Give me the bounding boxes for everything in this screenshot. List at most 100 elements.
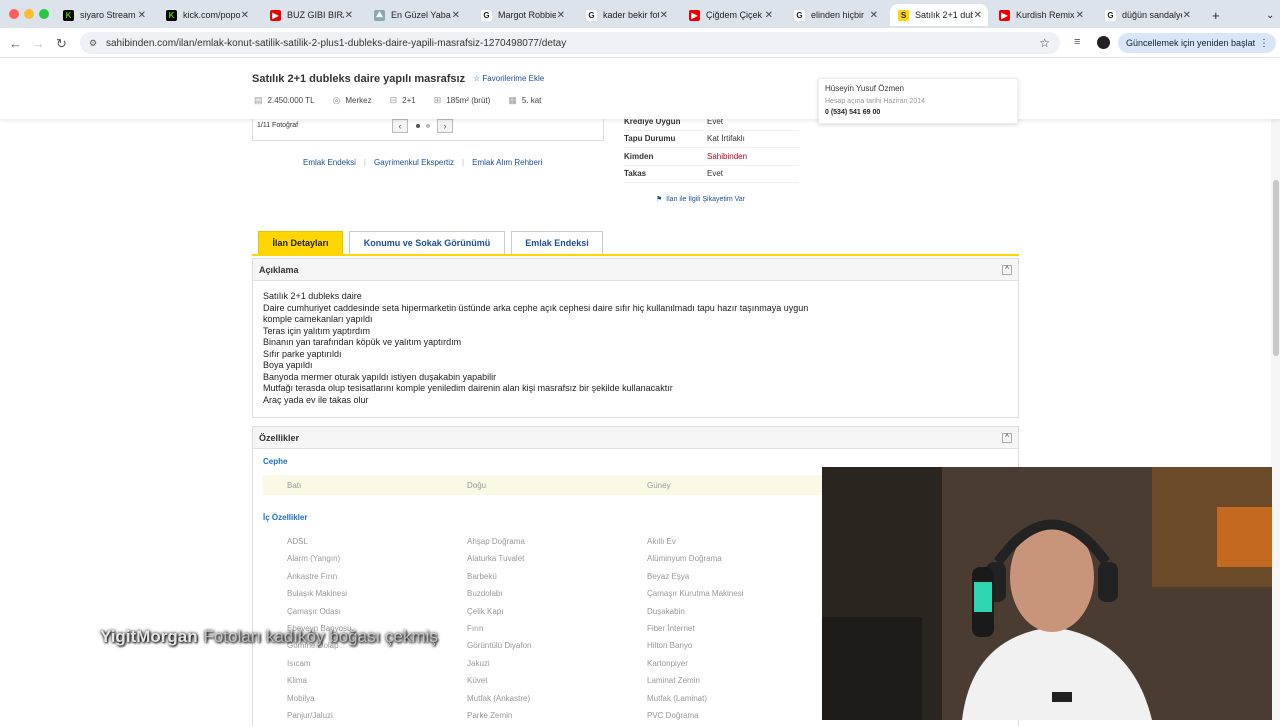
link-separator: | [462,158,465,167]
close-tab-icon[interactable]: ✕ [241,10,249,21]
browser-tab[interactable]: Gdüğün sandalye ✕ [1097,4,1197,26]
info-key: Tapu Durumu [624,134,676,144]
external-link[interactable]: Gayrimenkul Ekspertiz [374,158,454,167]
description-line: Boya yapıldı [263,360,313,370]
tab-favicon-icon: G [481,9,492,21]
browser-tab[interactable]: Ksiyaro Stream ✕ [55,4,152,26]
browser-tab[interactable]: ▶ Kurdish Remix ✕ [991,4,1090,26]
photo-dot[interactable] [416,124,420,128]
close-tab-icon[interactable]: ✕ [974,10,982,21]
close-tab-icon[interactable]: ✕ [1076,10,1084,21]
description-line: Sıfır parke yaptırıldı [263,348,342,359]
browser-tab-bar: Ksiyaro Stream ✕ Kkick.com/popo ✕ ▶ BUZ GIBI … [0,0,1280,28]
bookmark-star-icon[interactable]: ☆ [1039,36,1050,50]
cephe-heading: Cephe [263,457,288,466]
streamer-webcam-image [822,467,1272,720]
close-tab-icon[interactable]: ✕ [452,10,460,21]
relaunch-label: Güncellemek için yeniden başlat [1126,38,1256,48]
reload-icon[interactable]: ↻ [56,36,67,52]
tab-favicon-icon: G [586,9,597,21]
webcam-overlay [822,467,1272,720]
tab-ilan-detaylari[interactable]: İlan Detayları [258,231,343,254]
fact-text: 2.450.000 TL [267,96,315,105]
star-icon: ☆ [473,74,483,83]
more-menu-icon[interactable]: ⋮ [1259,38,1269,49]
feature-item: Çamaşır Kurutma Makinesi [647,589,744,599]
close-tab-icon[interactable]: ✕ [138,10,146,21]
scrollbar-thumb[interactable] [1273,180,1279,356]
external-link[interactable]: Emlak Alım Rehberi [472,158,542,167]
browser-tab[interactable]: ▶ Çiğdem Çiçek ✕ [681,4,779,26]
photo-dot[interactable] [426,124,430,128]
chat-message: Fotoları kadıköy boğası çekmiş [203,627,438,646]
owner-name[interactable]: Hüseyin Yusuf Özmen [825,84,1011,93]
tab-label: Satılık 2+1 dub [915,10,973,20]
browser-tab[interactable]: G Margot Robbie ✕ [473,4,571,26]
tab-list-chevron-icon[interactable]: ⌄ [1258,4,1274,26]
price-icon: ▤ [254,95,263,105]
collapse-icon[interactable]: ^ [1002,433,1012,443]
feature-item: Buzdolabı [467,589,503,599]
description-title: Açıklama [259,264,299,275]
description-line: Teras için yalıtım yaptırdım [263,325,371,336]
feature-item: ADSL [287,537,308,546]
tab-emlak-endeksi[interactable]: Emlak Endeksi [511,231,603,254]
tab-konum[interactable]: Konumu ve Sokak Görünümü [349,231,505,254]
browser-tab[interactable]: Gkader bekir foto ✕ [578,4,674,26]
photo-navigation: 1/11 Fotoğraf ‹ › [252,116,604,141]
complaint-label: İlan ile İlgili Şikayetim Var [666,196,746,203]
feature-item: Fiber İnternet [647,624,695,633]
description-line: Satılık 2+1 dubleks daire [263,291,362,301]
relaunch-update-button[interactable]: Güncellemek için yeniden başlat ⋮ [1118,33,1276,53]
owner-card: Hüseyin Yusuf Özmen Hesap açma tarihi Ha… [818,78,1018,124]
tab-label: siyaro Stream [80,10,136,20]
back-arrow-icon[interactable]: ← [9,36,22,51]
media-control-icon[interactable]: ≡ [1074,36,1080,48]
external-link[interactable]: Emlak Endeksi [303,158,356,167]
close-tab-icon[interactable]: ✕ [1183,10,1191,21]
maximize-window-button[interactable] [39,9,49,19]
forward-arrow-icon[interactable]: → [32,36,45,51]
info-key: Kimden [624,151,654,161]
tab-favicon-icon: K [166,9,177,21]
description-line: Binanın yan tarafından köpük ve yalıtım … [263,337,462,347]
browser-tab[interactable]: Kkick.com/popo ✕ [158,4,255,26]
browser-tab[interactable]: ▶ BUZ GIBI BIRA ✕ [262,4,359,26]
feature-item: Jakuzi [467,658,490,668]
listing-title: Satılık 2+1 dubleks daire yapılı masrafs… [252,73,466,85]
close-tab-icon[interactable]: ✕ [765,10,773,21]
close-tab-icon[interactable]: ✕ [345,10,353,21]
feature-item: Akıllı Ev [647,537,676,546]
close-tab-icon[interactable]: ✕ [870,10,878,21]
next-photo-button[interactable]: › [437,119,453,133]
tab-label: Çiğdem Çiçek [706,10,763,20]
browser-tab[interactable]: Gelinden hiçbir ✕ [786,4,884,26]
external-links: Emlak Endeksi | Gayrimenkul Ekspertiz | Emla… [303,158,542,167]
page-scrollbar[interactable] [1271,59,1280,720]
site-info-icon[interactable]: ⚙ [89,38,97,49]
feature-item: Görüntülü Diyafon [467,641,532,651]
feature-item: Mobilya [287,693,315,703]
info-value: Sahibinden [707,151,748,161]
profile-avatar[interactable] [1097,36,1110,49]
collapse-icon[interactable]: ^ [1002,265,1012,275]
feature-item: Çamaşır Odası [287,606,341,616]
new-tab-button[interactable]: + [1204,4,1220,26]
feature-item: Çelik Kapı [467,606,504,616]
minimize-window-button[interactable] [24,9,34,19]
browser-tab[interactable]: S Satılık 2+1 dub ✕ [890,4,988,26]
url-input[interactable]: ⚙ sahibinden.com/ilan/emlak-konut-satili… [80,32,1060,54]
complaint-link[interactable]: ⚑ İlan ile İlgili Şikayetim Var [656,195,745,203]
close-window-button[interactable] [9,9,19,19]
feature-item: Hilton Banyo [647,641,693,651]
fact-item: ⊟ 2+1 [390,95,416,106]
description-section: Açıklama ^ Satılık 2+1 dubleks daire Dair… [252,258,1019,418]
link-separator: | [363,158,366,167]
browser-tab[interactable]: ⛰ En Güzel Yaban ✕ [366,4,466,26]
description-line: Araç yada ev ile takas olur [263,394,369,405]
add-favorite-link[interactable]: ☆ Favorilerime Ekle [473,74,544,83]
close-tab-icon[interactable]: ✕ [557,10,565,21]
fact-item: ▦ 5. kat [508,95,541,106]
close-tab-icon[interactable]: ✕ [660,10,668,21]
prev-photo-button[interactable]: ‹ [392,119,408,133]
